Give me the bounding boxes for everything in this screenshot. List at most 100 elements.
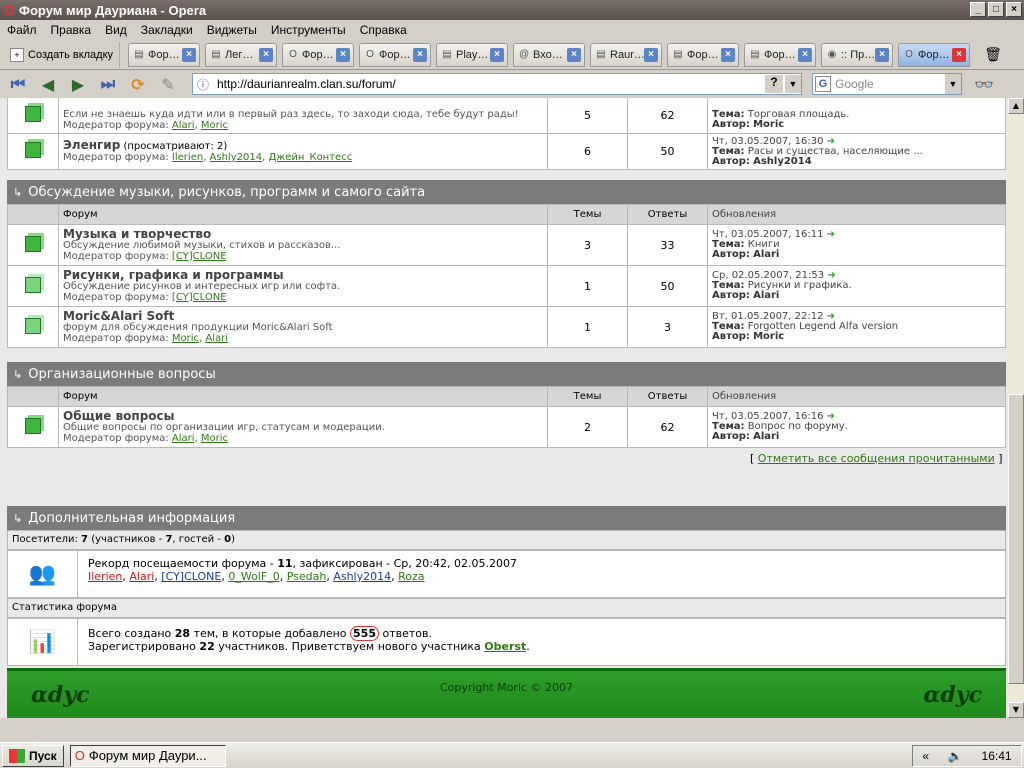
help-icon[interactable]: ? (765, 75, 783, 93)
moderator-link[interactable]: Moric (201, 120, 228, 131)
glasses-icon[interactable]: 👓 (974, 75, 994, 94)
last-author[interactable]: Alari (753, 249, 779, 260)
menu-help[interactable]: Справка (353, 23, 414, 37)
collapse-arrow-icon[interactable]: ↳ (13, 368, 22, 381)
category-header[interactable]: ↳ Дополнительная информация (7, 506, 1006, 530)
online-user-link[interactable]: Alari (129, 570, 154, 583)
vertical-scrollbar[interactable]: ▲ ▼ (1008, 98, 1024, 718)
moderator-link[interactable]: Moric (172, 333, 199, 344)
taskbar-item[interactable]: O Форум мир Даури... (69, 744, 226, 767)
last-author[interactable]: Ashly2014 (753, 156, 812, 167)
close-tab-icon[interactable]: × (336, 47, 351, 62)
browser-tab[interactable]: O Фор… × (282, 42, 355, 67)
close-tab-icon[interactable]: × (259, 47, 274, 62)
search-dropdown-button[interactable]: ▼ (945, 74, 961, 94)
forum-title-link[interactable]: Рисунки, графика и программы (63, 269, 543, 281)
moderator-link[interactable]: Alari (172, 120, 195, 131)
close-tab-icon[interactable]: × (644, 47, 659, 62)
menu-widgets[interactable]: Виджеты (200, 23, 264, 37)
close-tab-icon[interactable]: × (490, 47, 505, 62)
newest-member-link[interactable]: Oberst (484, 640, 526, 653)
browser-tab[interactable]: ▤ Фор… × (744, 42, 817, 67)
close-button[interactable]: × (1006, 2, 1022, 17)
tray-expand-button[interactable]: « (922, 749, 929, 763)
moderator-link[interactable]: [CY]CLONE (172, 251, 227, 262)
forum-title-link[interactable]: Общие вопросы (63, 410, 543, 422)
last-author[interactable]: Moric (753, 119, 784, 130)
scroll-down-button[interactable]: ▼ (1008, 702, 1024, 718)
menu-tools[interactable]: Инструменты (264, 23, 353, 37)
minimize-button[interactable]: _ (970, 2, 986, 17)
close-tab-icon[interactable]: × (875, 47, 890, 62)
online-user-link[interactable]: [CY]CLONE (161, 570, 221, 583)
moderator-link[interactable]: Alari (205, 333, 228, 344)
maximize-button[interactable]: □ (988, 2, 1004, 17)
fast-forward-button[interactable]: ⏭ (96, 73, 120, 95)
forum-title-link[interactable]: Музыка и творчество (63, 228, 543, 240)
category-title: Дополнительная информация (28, 510, 236, 526)
trash-icon[interactable]: 🗑 (978, 43, 1008, 67)
last-author[interactable]: Alari (753, 290, 779, 301)
online-user-link[interactable]: Roza (398, 570, 424, 583)
new-tab-button[interactable]: + Создать вкладку (4, 41, 121, 68)
address-dropdown-button[interactable]: ▼ (785, 75, 801, 93)
online-user-link[interactable]: Ashly2014 (333, 570, 391, 583)
close-tab-icon[interactable]: × (952, 47, 967, 62)
browser-tab[interactable]: ◉:: Пр… × (821, 42, 894, 67)
clock[interactable]: 16:41 (982, 749, 1012, 763)
browser-tab[interactable]: ▤ Фор… × (128, 42, 201, 67)
close-tab-icon[interactable]: × (721, 47, 736, 62)
mark-all-read-link[interactable]: Отметить все сообщения прочитанными (758, 452, 995, 465)
online-user-link[interactable]: Psedah (287, 570, 327, 583)
menu-file[interactable]: Файл (0, 23, 44, 37)
browser-tab[interactable]: O Фор… × (359, 42, 432, 67)
menu-edit[interactable]: Правка (44, 23, 99, 37)
category-header[interactable]: ↳ Организационные вопросы (7, 362, 1006, 386)
close-tab-icon[interactable]: × (182, 47, 197, 62)
forum-title-link[interactable]: Эленгир (63, 138, 120, 152)
reload-button[interactable]: ⟳ (126, 73, 150, 95)
category-header[interactable]: ↳ Обсуждение музыки, рисунков, программ … (7, 180, 1006, 204)
browser-tab[interactable]: @ Вхо… × (513, 42, 586, 67)
replies-count: 50 (627, 133, 708, 170)
start-button[interactable]: Пуск (2, 744, 64, 767)
forward-button[interactable]: ▶ (66, 73, 90, 95)
close-tab-icon[interactable]: × (798, 47, 813, 62)
address-bar[interactable]: ⓘ http://daurianrealm.clan.su/forum/ ? ▼ (192, 73, 802, 95)
topics-count: 1 (547, 306, 628, 348)
replies-count: 62 (627, 406, 708, 448)
menu-bookmarks[interactable]: Закладки (134, 23, 200, 37)
moderator-link[interactable]: Ashly2014 (210, 152, 263, 163)
browser-tab[interactable]: ▤ Play… × (436, 42, 509, 67)
collapse-arrow-icon[interactable]: ↳ (13, 512, 22, 525)
scroll-up-button[interactable]: ▲ (1008, 98, 1024, 114)
browser-tab[interactable]: ▤ Raur… × (590, 42, 663, 67)
search-input[interactable]: G Google ▼ (812, 73, 962, 95)
tab-label: Фор… (918, 48, 950, 61)
close-tab-icon[interactable]: × (567, 47, 582, 62)
scroll-thumb[interactable] (1008, 394, 1024, 684)
moderator-link[interactable]: Moric (201, 433, 228, 444)
close-tab-icon[interactable]: × (413, 47, 428, 62)
online-user-link[interactable]: Ilerien (88, 570, 122, 583)
menu-view[interactable]: Вид (98, 23, 134, 37)
forum-description: Общие вопросы по организации игр, статус… (63, 421, 385, 433)
moderator-link[interactable]: [CY]CLONE (172, 292, 227, 303)
last-author[interactable]: Moric (753, 331, 784, 342)
last-author[interactable]: Alari (753, 431, 779, 442)
moderator-link[interactable]: Ilerien (172, 152, 203, 163)
browser-tab[interactable]: ▤ Фор… × (667, 42, 740, 67)
moderator-link[interactable]: Джейн_Контесс (268, 152, 352, 163)
browser-tab[interactable]: ▤ Лег… × (205, 42, 278, 67)
browser-tab[interactable]: O Фор… × (898, 42, 971, 67)
new-tab-label: Создать вкладку (28, 48, 114, 61)
goto-last-post-icon[interactable]: ➜ (827, 229, 835, 240)
online-user-link[interactable]: 0_WolF_0 (228, 570, 279, 583)
collapse-arrow-icon[interactable]: ↳ (13, 186, 22, 199)
moderator-link[interactable]: Alari (172, 433, 195, 444)
edit-icon[interactable]: ✎ (156, 73, 180, 95)
volume-icon[interactable]: 🔈 (948, 749, 963, 763)
forum-title-link[interactable]: Moric&Alari Soft (63, 310, 543, 322)
rewind-button[interactable]: ⏮ (6, 73, 30, 95)
back-button[interactable]: ◀ (36, 73, 60, 95)
